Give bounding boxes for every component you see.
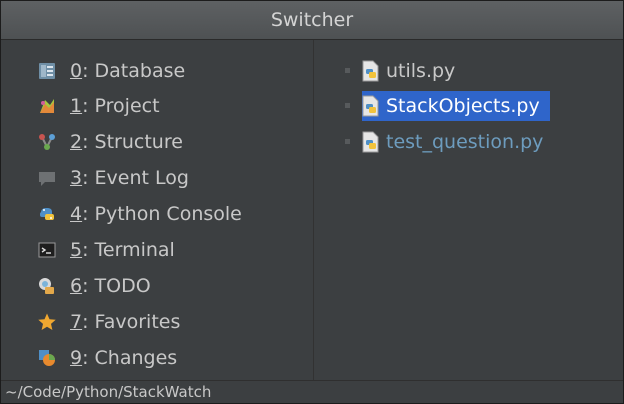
tool-window-number: 7 [70, 311, 83, 333]
file-item-stackobjects[interactable]: StackObjects.py [345, 91, 550, 121]
file-item-utils[interactable]: utils.py [345, 56, 456, 86]
tool-window-label: : Favorites [82, 311, 181, 333]
tool-window-terminal[interactable]: 5 : Terminal [37, 235, 175, 265]
tool-window-project[interactable]: 1 : Project [37, 91, 160, 121]
changes-icon [37, 348, 57, 368]
event-log-icon [37, 168, 57, 188]
status-bar: ~/Code/Python/StackWatch [1, 380, 623, 403]
tool-window-favorites[interactable]: 7 : Favorites [37, 307, 180, 337]
tool-window-label: : Project [82, 95, 160, 117]
recent-files-list: utils.py StackObjects.py test_question.p… [314, 40, 623, 381]
switcher-popup: Switcher 0 : Database 1: Project 2: St… [0, 0, 624, 404]
tool-window-todo[interactable]: 6 : TODO [37, 271, 151, 301]
bullet-icon [345, 103, 350, 108]
project-icon [37, 96, 57, 116]
tool-window-label: : Structure [82, 131, 183, 153]
file-name: test_question.py [386, 131, 544, 153]
tool-window-number: 4 [70, 203, 83, 225]
python-file-icon [362, 95, 380, 117]
tool-window-number: 9 [70, 347, 83, 369]
tool-window-number: 5 [70, 239, 83, 261]
switcher-body: 0 : Database 1 : Project 2: Structure 3… [1, 40, 623, 381]
tool-window-number: 6 [70, 275, 83, 297]
title-bar: Switcher [1, 1, 623, 40]
tool-windows-list: 0 : Database 1 : Project 2: Structure 3… [1, 40, 314, 381]
tool-window-label: : Database [82, 60, 186, 82]
tool-window-label: : Terminal [82, 239, 175, 261]
python-console-icon [37, 204, 57, 224]
tool-window-label: : TODO [82, 275, 151, 297]
file-item-test-question[interactable]: test_question.py [345, 127, 544, 157]
tool-window-structure[interactable]: 2 : Structure [37, 127, 183, 157]
todo-icon [37, 276, 57, 296]
python-file-icon [362, 131, 380, 153]
tool-window-number: 1 [70, 95, 83, 117]
database-icon [37, 61, 57, 81]
favorites-icon [37, 312, 57, 332]
file-name: utils.py [386, 60, 456, 82]
tool-window-number: 3 [70, 167, 83, 189]
tool-window-label: : Python Console [82, 203, 242, 225]
structure-icon [37, 132, 57, 152]
project-path: ~/Code/Python/StackWatch [5, 383, 212, 401]
popup-title: Switcher [270, 9, 354, 31]
tool-window-python-console[interactable]: 4 : Python Console [37, 199, 242, 229]
tool-window-number: 0 [70, 60, 83, 82]
tool-window-label: : Event Log [82, 167, 189, 189]
python-file-icon [362, 60, 380, 82]
file-name: StackObjects.py [386, 95, 540, 117]
tool-window-database[interactable]: 0 : Database [37, 56, 185, 86]
tool-window-number: 2 [70, 131, 83, 153]
tool-window-changes[interactable]: 9 : Changes [37, 343, 177, 373]
tool-window-event-log[interactable]: 3 : Event Log [37, 163, 189, 193]
bullet-icon [345, 68, 350, 73]
bullet-icon [345, 139, 350, 144]
tool-window-label: : Changes [82, 347, 178, 369]
terminal-icon [37, 240, 57, 260]
